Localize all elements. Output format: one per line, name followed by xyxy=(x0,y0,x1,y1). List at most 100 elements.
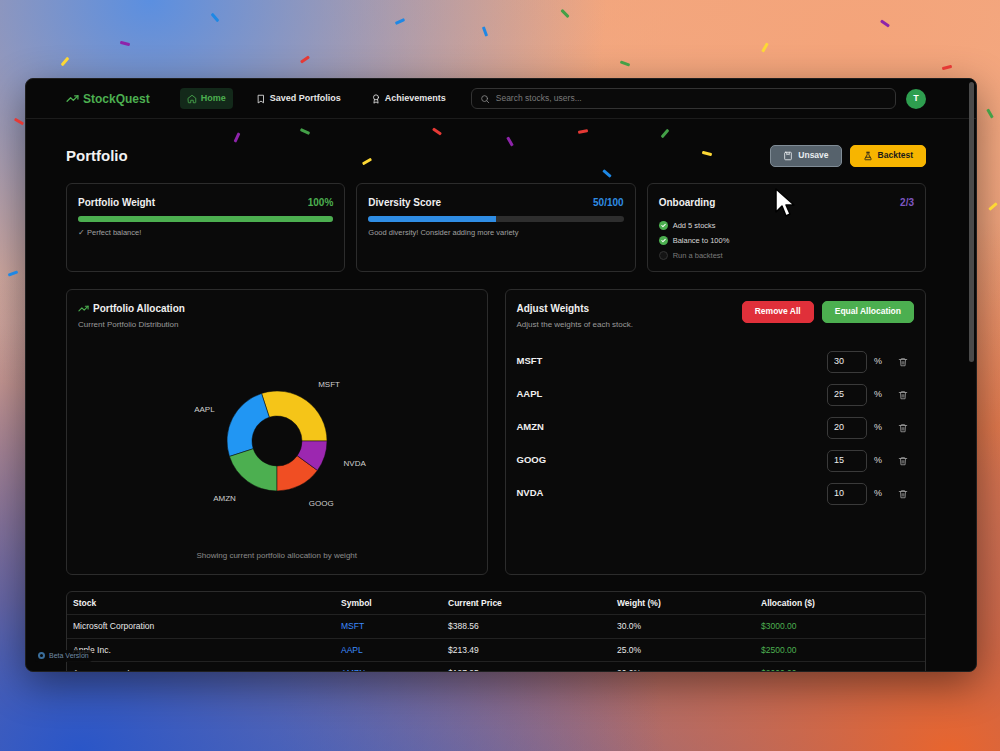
weight-unit: % xyxy=(874,388,886,402)
panel-subtitle: Adjust the weights of each stock. xyxy=(517,319,634,331)
weight-input[interactable] xyxy=(827,417,867,439)
award-icon xyxy=(371,94,381,104)
weight-symbol: AMZN xyxy=(517,420,828,434)
trend-icon xyxy=(78,303,89,314)
table-cell: 25.0% xyxy=(611,638,755,661)
search-bar xyxy=(471,88,896,109)
save-icon xyxy=(783,151,793,161)
confetti-piece xyxy=(14,118,24,126)
weight-unit: % xyxy=(874,421,886,435)
user-avatar[interactable]: T xyxy=(906,89,926,109)
scrollbar[interactable] xyxy=(969,82,974,362)
stat-title: Onboarding xyxy=(659,195,716,210)
onboarding-card: Onboarding2/3Add 5 stocksBalance to 100%… xyxy=(647,183,926,272)
confetti-piece xyxy=(988,202,998,211)
trash-icon xyxy=(898,423,908,433)
weight-row: AMZN% xyxy=(517,411,909,444)
slice-label: GOOG xyxy=(309,499,334,508)
app-logo[interactable]: StockQuest xyxy=(66,90,150,108)
weight-input[interactable] xyxy=(827,384,867,406)
weight-row: MSFT% xyxy=(517,345,909,378)
confetti-piece xyxy=(211,13,220,23)
table-cell: $388.56 xyxy=(442,615,611,638)
delete-button[interactable] xyxy=(898,390,908,400)
weight-unit: % xyxy=(874,355,886,369)
table-row[interactable]: Apple Inc.AAPL$213.4925.0%$2500.00 xyxy=(67,638,925,661)
panel-subtitle: Current Portfolio Distribution xyxy=(78,319,476,331)
top-navbar: StockQuest Home Saved Portfolios Achievemen… xyxy=(26,79,976,119)
confetti-piece xyxy=(61,57,70,67)
panel-title: Portfolio Allocation xyxy=(93,301,185,316)
nav-item[interactable]: Achievements xyxy=(364,88,453,110)
table-row[interactable]: Microsoft CorporationMSFT$388.5630.0%$30… xyxy=(67,615,925,638)
flask-icon xyxy=(863,151,873,161)
stat-card: Diversity Score50/100Good diversity! Con… xyxy=(356,183,635,272)
weights-button[interactable]: Remove All xyxy=(742,301,814,323)
column-header: Weight (%) xyxy=(611,592,755,615)
search-input[interactable] xyxy=(496,89,887,108)
confetti-piece xyxy=(761,42,769,52)
page-title: Portfolio xyxy=(66,147,128,165)
check-icon xyxy=(660,237,667,244)
delete-button[interactable] xyxy=(898,423,908,433)
delete-button[interactable] xyxy=(898,357,908,367)
table-cell: AMZN xyxy=(335,661,442,672)
beta-badge: Beta Version xyxy=(35,650,92,663)
weight-input[interactable] xyxy=(827,351,867,373)
table-cell: Amazon.com, Inc. xyxy=(67,661,335,672)
delete-button[interactable] xyxy=(898,489,908,499)
stat-title: Portfolio Weight xyxy=(78,195,155,210)
bookmark-icon xyxy=(256,94,266,104)
weight-symbol: AAPL xyxy=(517,387,828,401)
table-cell: 20.0% xyxy=(611,661,755,672)
slice-label: MSFT xyxy=(318,380,340,389)
stat-card: Portfolio Weight100%✓ Perfect balance! xyxy=(66,183,345,272)
trash-icon xyxy=(898,357,908,367)
action-button[interactable]: Backtest xyxy=(850,145,926,167)
chart-slice[interactable] xyxy=(261,391,326,441)
progress-track xyxy=(368,216,623,222)
check-icon xyxy=(660,222,667,229)
stat-value: 2/3 xyxy=(900,195,914,210)
confetti-piece xyxy=(880,19,890,27)
weight-unit: % xyxy=(874,454,886,468)
chart-slice[interactable] xyxy=(297,441,327,470)
chart-slice[interactable] xyxy=(229,448,277,490)
stat-note: Good diversity! Consider adding more var… xyxy=(368,227,623,238)
trend-icon xyxy=(66,92,79,105)
confetti-piece xyxy=(395,18,405,25)
action-button[interactable]: Unsave xyxy=(770,145,841,167)
table-row[interactable]: Amazon.com, Inc.AMZN$197.9520.0%$2000.00 xyxy=(67,661,925,672)
table-cell: $213.49 xyxy=(442,638,611,661)
progress-fill xyxy=(78,216,333,222)
nav-item[interactable]: Home xyxy=(180,88,233,110)
step-check xyxy=(659,251,668,260)
stat-value: 100% xyxy=(308,195,334,210)
confetti-piece xyxy=(120,41,130,46)
stat-title: Diversity Score xyxy=(368,195,441,210)
delete-button[interactable] xyxy=(898,456,908,466)
onboarding-step: Balance to 100% xyxy=(659,233,914,248)
table-cell: $197.95 xyxy=(442,661,611,672)
slice-label: NVDA xyxy=(343,458,366,467)
onboarding-step: Run a backtest xyxy=(659,248,914,263)
weight-input[interactable] xyxy=(827,483,867,505)
progress-fill xyxy=(368,216,496,222)
weights-panel: Adjust Weights Adjust the weights of each… xyxy=(505,289,927,575)
column-header: Current Price xyxy=(442,592,611,615)
confetti-piece xyxy=(482,26,488,36)
column-header: Symbol xyxy=(335,592,442,615)
allocation-panel: Portfolio Allocation Current Portfolio Di… xyxy=(66,289,488,575)
app-window: StockQuest Home Saved Portfolios Achievemen… xyxy=(25,78,977,672)
panel-title: Adjust Weights xyxy=(517,301,634,316)
column-header: Stock xyxy=(67,592,335,615)
chart-slice[interactable] xyxy=(227,393,269,456)
nav-item[interactable]: Saved Portfolios xyxy=(249,88,348,110)
slice-label: AMZN xyxy=(213,493,236,502)
weight-symbol: MSFT xyxy=(517,354,828,368)
weights-button[interactable]: Equal Allocation xyxy=(822,301,914,323)
confetti-piece xyxy=(942,65,952,70)
table-cell: $3000.00 xyxy=(755,615,925,638)
weight-input[interactable] xyxy=(827,450,867,472)
weight-row: AAPL% xyxy=(517,378,909,411)
